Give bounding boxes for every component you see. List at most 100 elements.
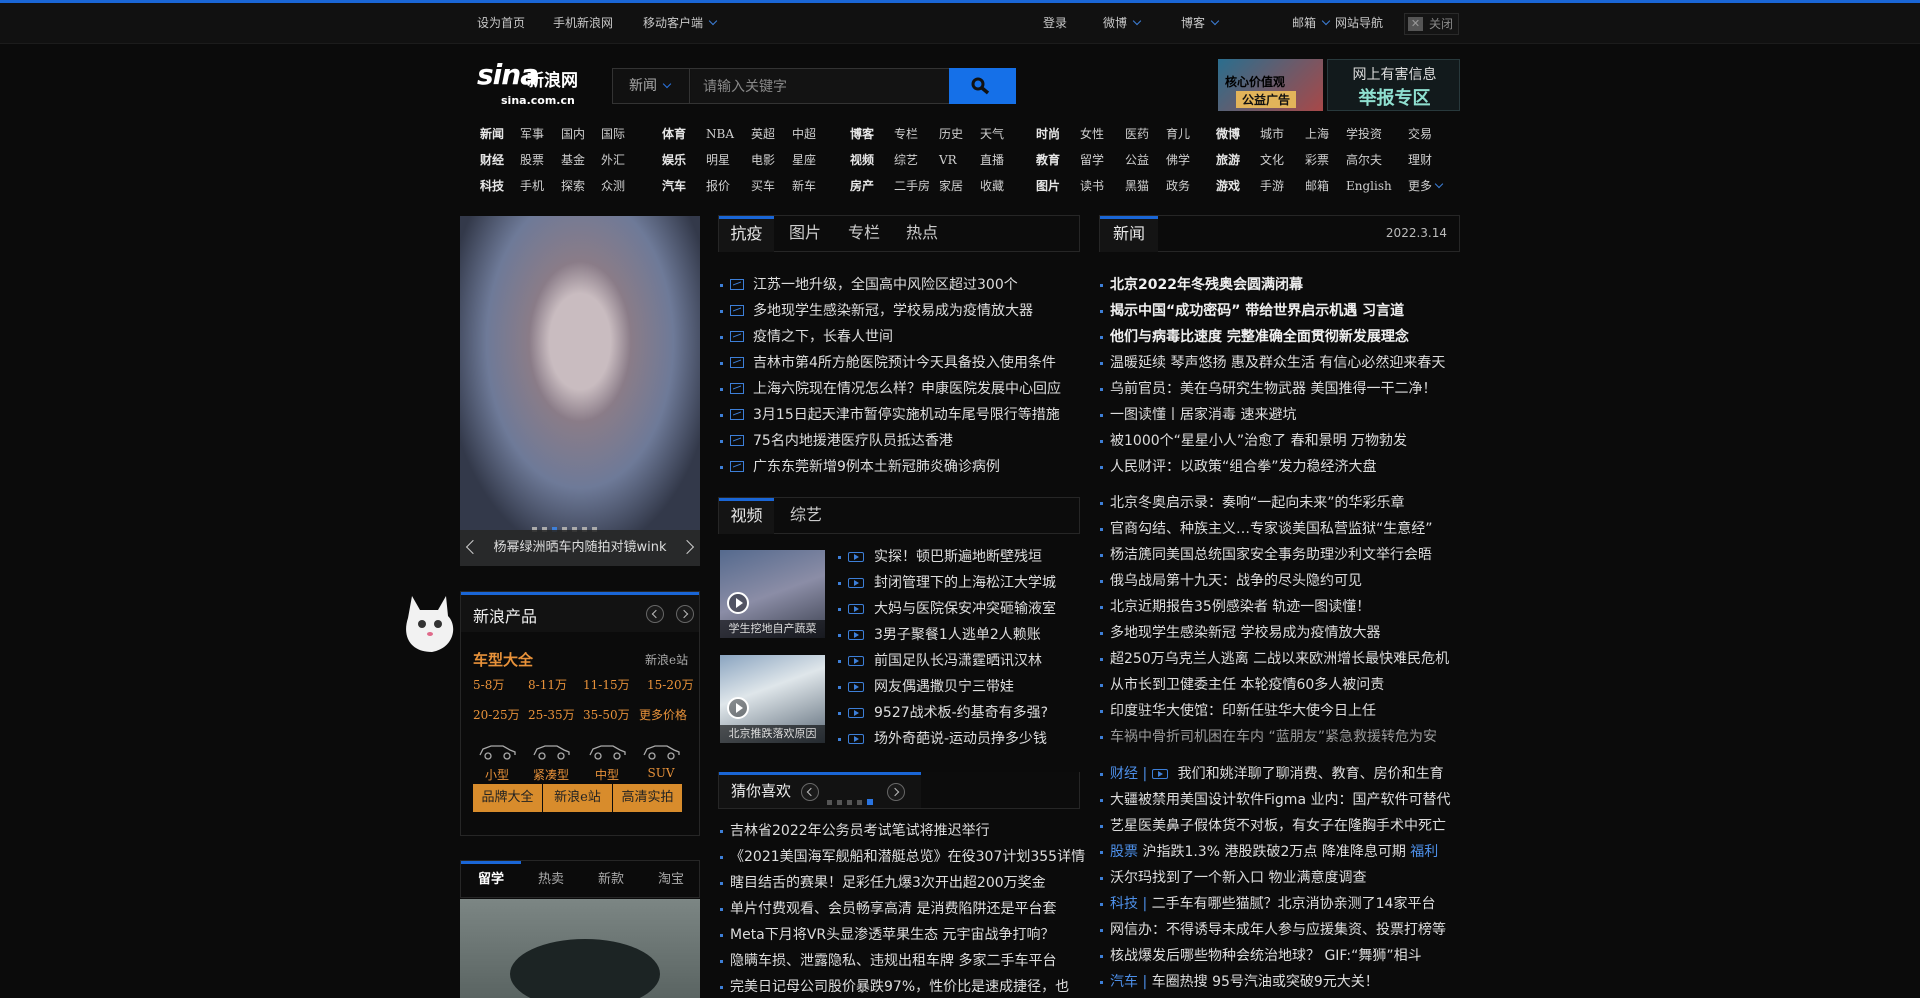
nav-link[interactable]: 汽车 <box>662 176 686 196</box>
tab-news[interactable]: 新闻 <box>1100 216 1158 252</box>
price-range-link[interactable]: 5-8万 <box>473 676 504 693</box>
car-type-link[interactable]: 小型 <box>477 742 517 783</box>
price-range-link[interactable]: 25-35万 <box>528 706 575 723</box>
nav-link[interactable]: 图片 <box>1036 176 1060 196</box>
list-item[interactable]: 官商勾结、种族主义…专家谈美国私营监狱“生意经” <box>1100 516 1433 542</box>
list-item[interactable]: 实探！顿巴斯遍地断壁残垣 <box>838 544 1042 570</box>
nav-link[interactable]: 教育 <box>1036 150 1060 170</box>
list-item[interactable]: 艺星医美鼻子假体货不对板，有女子在隆胸手术中死亡 <box>1100 813 1446 839</box>
report-zone-ad[interactable]: 网上有害信息 举报专区 <box>1327 59 1460 111</box>
car-type-link[interactable]: SUV <box>641 742 681 780</box>
list-item[interactable]: 大妈与医院保安冲突砸输液室 <box>838 596 1056 622</box>
product-button[interactable]: 新浪e站 <box>543 784 612 812</box>
tab-columns[interactable]: 专栏 <box>848 216 880 252</box>
nav-link[interactable]: 公益 <box>1125 150 1149 170</box>
guess-next-icon[interactable] <box>887 783 905 801</box>
price-range-link[interactable]: 35-50万 <box>583 706 630 723</box>
carousel-image[interactable] <box>460 216 700 530</box>
list-item[interactable]: 印度驻华大使馆：印新任驻华大使今日上任 <box>1100 698 1376 724</box>
list-item[interactable]: Meta下月将VR头显渗透苹果生态 元宇宙战争打响？ <box>720 922 1055 948</box>
channel-tag[interactable]: 科技 | <box>1110 896 1147 912</box>
nav-link[interactable]: 上海 <box>1305 124 1329 144</box>
sina-logo[interactable]: sina 新浪网 sina.com.cn <box>477 58 592 110</box>
price-range-link[interactable]: 11-15万 <box>583 676 630 693</box>
nav-link[interactable]: 博客 <box>850 124 874 144</box>
tab-variety[interactable]: 综艺 <box>790 498 822 534</box>
price-range-link[interactable]: 8-11万 <box>528 676 567 693</box>
nav-link[interactable]: 基金 <box>561 150 585 170</box>
car-catalog-title[interactable]: 车型大全 <box>473 649 533 670</box>
list-item[interactable]: 乌前官员：美在乌研究生物武器 美国推得一干二净！ <box>1099 376 1436 402</box>
list-item[interactable]: 俄乌战局第十九天：战争的尽头隐约可见 <box>1100 568 1362 594</box>
nav-link[interactable]: 二手房 <box>894 176 930 196</box>
nav-link[interactable]: 历史 <box>939 124 963 144</box>
nav-link[interactable]: NBA <box>706 124 734 144</box>
list-item[interactable]: 吉林市第4所方舱医院预计今天具备投入使用条件 <box>720 350 1056 376</box>
search-input[interactable] <box>691 69 949 103</box>
nav-link[interactable]: 理财 <box>1408 150 1432 170</box>
list-item[interactable]: 北京近期报告35例感染者 轨迹一图读懂！ <box>1099 594 1370 620</box>
video-thumbnail[interactable]: 学生挖地自产蔬菜 <box>720 550 825 638</box>
nav-link[interactable]: 视频 <box>850 150 874 170</box>
list-item[interactable]: 疫情之下，长春人世间 <box>720 324 893 350</box>
list-item[interactable]: 隐瞒车损、泄露隐私、违规出租车牌 多家二手车平台 <box>719 948 1056 974</box>
nav-link[interactable]: 国内 <box>561 124 585 144</box>
nav-link[interactable]: 育儿 <box>1166 124 1190 144</box>
list-item[interactable]: 超250万乌克兰人逃离 二战以来欧洲增长最快难民危机 <box>1099 646 1449 672</box>
nav-link[interactable]: 外汇 <box>601 150 625 170</box>
list-item[interactable]: 汽车 | 车圈热搜 95号汽油或突破9元大关！ <box>1100 969 1379 995</box>
list-item[interactable]: 网友偶遇撒贝宁三带娃 <box>838 674 1014 700</box>
car-site-link[interactable]: 新浪e站 <box>645 651 688 668</box>
mobile-client-menu[interactable]: 移动客户端 <box>643 3 718 43</box>
channel-tag[interactable]: 汽车 | <box>1110 974 1147 990</box>
nav-link[interactable]: 邮箱 <box>1305 176 1329 196</box>
welfare-link[interactable]: 福利 <box>1410 844 1438 860</box>
search-button[interactable] <box>949 68 1016 104</box>
nav-link[interactable]: 佛学 <box>1166 150 1190 170</box>
list-item[interactable]: 上海六院现在情况怎么样？申康医院发展中心回应 <box>720 376 1061 402</box>
nav-link[interactable]: 专栏 <box>894 124 918 144</box>
photo-carousel[interactable]: 杨幂绿洲晒车内随拍对镜wink <box>460 216 700 566</box>
set-home-link[interactable]: 设为首页 <box>477 3 525 43</box>
product-button[interactable]: 品牌大全 <box>473 784 542 812</box>
list-item[interactable]: 前国足队长冯潇霆晒讯汉林 <box>838 648 1042 674</box>
list-item[interactable]: 股票 沪指跌1.3% 港股跌破2万点 降准降息可期 福利 <box>1099 839 1438 865</box>
nav-link[interactable]: 体育 <box>662 124 686 144</box>
car-type-link[interactable]: 中型 <box>587 742 627 783</box>
shopping-tab[interactable]: 留学 <box>461 861 521 899</box>
nav-link[interactable]: 黑猫 <box>1125 176 1149 196</box>
nav-link[interactable]: 娱乐 <box>662 150 686 170</box>
nav-link[interactable]: 报价 <box>706 176 730 196</box>
car-type-link[interactable]: 紧凑型 <box>531 742 571 783</box>
list-item[interactable]: 多地现学生感染新冠，学校易成为疫情放大器 <box>720 298 1033 324</box>
nav-link[interactable]: 游戏 <box>1216 176 1240 196</box>
headline-item[interactable]: 北京2022年冬残奥会圆满闭幕 <box>1100 272 1303 298</box>
list-item[interactable]: 《2021美国海军舰船和潜艇总览》在役307计划355详情 <box>719 844 1085 870</box>
nav-link[interactable]: 微博 <box>1216 124 1240 144</box>
products-prev-icon[interactable] <box>646 605 664 623</box>
nav-link[interactable]: 家居 <box>939 176 963 196</box>
tab-epidemic[interactable]: 抗疫 <box>719 216 774 252</box>
tab-hot[interactable]: 热点 <box>906 216 938 252</box>
nav-link[interactable]: 政务 <box>1166 176 1190 196</box>
login-link[interactable]: 登录 <box>1043 3 1067 43</box>
nav-link[interactable]: 房产 <box>850 176 874 196</box>
nav-link[interactable]: 军事 <box>520 124 544 144</box>
list-item[interactable]: 人民财评：以政策“组合拳”发力稳经济大盘 <box>1100 454 1377 480</box>
list-item[interactable]: 9527战术板-约基奇有多强? <box>837 700 1048 726</box>
list-item[interactable]: 多地现学生感染新冠 学校易成为疫情放大器 <box>1099 620 1380 646</box>
nav-more-link[interactable]: 更多 <box>1408 176 1444 196</box>
mobile-site-link[interactable]: 手机新浪网 <box>553 3 613 43</box>
list-item[interactable]: 江苏一地升级，全国高中风险区超过300个 <box>720 272 1018 298</box>
guess-prev-icon[interactable] <box>801 783 819 801</box>
list-item[interactable]: 财经 | 我们和姚洋聊了聊消费、教育、房价和生育 <box>1100 761 1444 787</box>
nav-link[interactable]: 星座 <box>792 150 816 170</box>
list-item[interactable]: 北京冬奥启示录：奏响“一起向未来”的华彩乐章 <box>1100 490 1405 516</box>
shopping-tab[interactable]: 热卖 <box>521 861 581 899</box>
nav-link[interactable]: 国际 <box>601 124 625 144</box>
list-item[interactable]: 杨洁篪同美国总统国家安全事务助理沙利文举行会晤 <box>1100 542 1432 568</box>
nav-link[interactable]: 直播 <box>980 150 1004 170</box>
nav-link[interactable]: 收藏 <box>980 176 1004 196</box>
nav-link[interactable]: English <box>1346 176 1392 196</box>
nav-link[interactable]: 旅游 <box>1216 150 1240 170</box>
